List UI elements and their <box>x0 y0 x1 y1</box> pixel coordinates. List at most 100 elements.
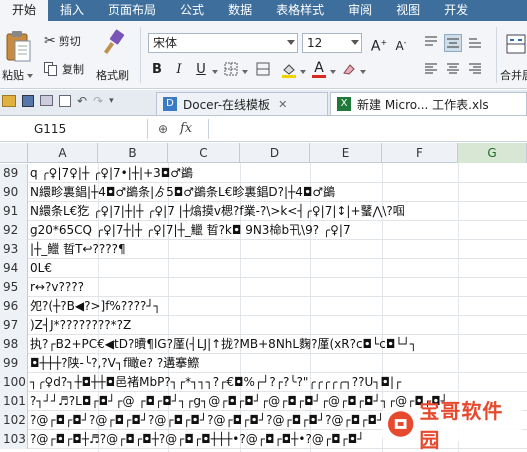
menu-bar: 开始 插入 页面布局 公式 数据 表格样式 审阅 视图 开发 <box>0 0 527 21</box>
row-cells[interactable]: ?@┌◘┌◘┼♬?@┌◘┌◘┼?@┌◘┌◘┼┼┼•?@┌◘┌◘┼•?@┌◘┌◘┘ <box>30 430 365 449</box>
menu-item-page-layout[interactable]: 页面布局 <box>96 0 168 21</box>
chevron-down-icon[interactable]: ▾ <box>109 95 114 107</box>
format-painter-button[interactable] <box>100 29 128 57</box>
row-header[interactable]: 97 <box>0 316 28 335</box>
select-all-corner[interactable] <box>0 143 28 163</box>
table-row: 94 0L€ <box>0 259 527 278</box>
paste-button[interactable] <box>4 29 34 65</box>
row-cells[interactable]: )Z┤J*????????*?Z <box>30 316 131 335</box>
font-color-icon[interactable]: A <box>310 59 328 78</box>
font-name-select[interactable]: 宋体 <box>148 33 298 53</box>
chevron-down-icon[interactable] <box>330 70 336 74</box>
row-header[interactable]: 93 <box>0 240 28 259</box>
row-header[interactable]: 102 <box>0 411 28 430</box>
row-cells[interactable]: 夗?(┼?B◀?>]f%????┘┐ <box>30 297 161 316</box>
table-row: 96 夗?(┼?B◀?>]f%????┘┐ <box>0 297 527 316</box>
row-cells[interactable]: r↔?v???? <box>30 278 84 297</box>
print-icon[interactable] <box>40 95 53 106</box>
menu-item-home[interactable]: 开始 <box>0 0 49 21</box>
align-bottom-icon[interactable] <box>466 34 484 52</box>
row-cells[interactable]: 执?┌B2+PC€◀tD?曊¶lG?厪(┤LJ|↑拢?MB+8NhL麴?厪(xR… <box>30 335 417 354</box>
merge-center-button[interactable] <box>506 31 526 57</box>
row-header[interactable]: 100 <box>0 373 28 392</box>
row-header[interactable]: 101 <box>0 392 28 411</box>
row-cells[interactable]: 0L€ <box>30 259 52 278</box>
chevron-down-icon[interactable] <box>360 70 366 74</box>
decrease-font-size-icon[interactable]: A- <box>392 34 410 53</box>
copy-button[interactable]: 复制 <box>44 61 84 77</box>
excel-file-icon: X <box>337 97 351 111</box>
column-header-a[interactable]: A <box>28 143 98 163</box>
tab-docer-templates[interactable]: D Docer-在线模板 ✕ <box>156 92 328 115</box>
paste-label-group[interactable]: 粘贴 <box>2 67 33 83</box>
column-header-c[interactable]: C <box>168 143 240 163</box>
align-left-icon[interactable] <box>422 61 440 79</box>
italic-icon[interactable]: I <box>170 61 188 79</box>
align-middle-icon[interactable] <box>444 34 462 52</box>
row-header[interactable]: 91 <box>0 202 28 221</box>
borders-icon[interactable] <box>222 61 240 79</box>
menu-item-formulas[interactable]: 公式 <box>168 0 216 21</box>
row-cells[interactable]: N繯条L€犵 ╭♀|7|┼|┼ ╭♀|7 |┼熻摸v楒?f業-?\>k<┤╭♀|… <box>30 202 405 221</box>
name-box[interactable]: G115 <box>0 119 148 139</box>
redo-icon[interactable]: ↷ <box>93 95 103 107</box>
column-header-d[interactable]: D <box>240 143 310 163</box>
row-header[interactable]: 103 <box>0 430 28 449</box>
merge-center-label: 合并居 <box>500 69 527 82</box>
close-icon[interactable]: ✕ <box>278 98 287 111</box>
row-cells[interactable]: ◘┼┼┼?陕-╰?,?V┐f瞰e? ?遘搴鰶 <box>30 354 199 373</box>
font-size-select[interactable]: 12 <box>302 33 362 53</box>
align-center-icon[interactable] <box>444 61 462 79</box>
table-row: 89 q ╭♀|7♀|┼ ╭♀|7•|┼|+3◘♂鷁 <box>0 164 527 183</box>
align-right-icon[interactable] <box>466 61 484 79</box>
undo-icon[interactable]: ↶ <box>77 95 87 107</box>
row-cells[interactable]: ┐╭♀d?┐┼◘┼┼◘邑褚MbP?┐┌*┐┐┐?┌€◘%┌┘?┌?╰?"╭╭╭╭… <box>30 373 401 392</box>
row-cells[interactable]: |┼_鱲 晢T↩????¶ <box>30 240 126 259</box>
increase-font-size-icon[interactable]: A+ <box>370 34 388 55</box>
paintbrush-icon <box>103 29 125 55</box>
font-name-value: 宋体 <box>153 36 178 50</box>
menu-item-developer[interactable]: 开发 <box>432 0 480 21</box>
column-header-b[interactable]: B <box>98 143 168 163</box>
chevron-down-icon[interactable] <box>212 70 218 74</box>
row-cells[interactable]: ?@┌◘┌◘┘?@┌◘┌◘┘?@┌◘┌◘┘?@┌◘┌◘┘?@┌◘┌◘┘?@┌◘┌… <box>30 411 384 430</box>
fill-color-icon[interactable] <box>280 61 298 79</box>
fx-label[interactable]: fx <box>180 121 192 136</box>
row-header[interactable]: 90 <box>0 183 28 202</box>
folder-icon[interactable] <box>2 95 16 107</box>
menu-item-table-style[interactable]: 表格样式 <box>264 0 336 21</box>
column-header-e[interactable]: E <box>310 143 382 163</box>
row-header[interactable]: 99 <box>0 354 28 373</box>
underline-icon[interactable]: U <box>192 61 210 79</box>
chevron-down-icon[interactable] <box>300 70 306 74</box>
cut-button[interactable]: ✂ 剪切 <box>44 33 81 49</box>
menu-item-view[interactable]: 视图 <box>384 0 432 21</box>
menu-item-review[interactable]: 审阅 <box>336 0 384 21</box>
tab-label: Docer-在线模板 <box>183 97 271 112</box>
align-top-icon[interactable] <box>422 34 440 52</box>
menu-item-data[interactable]: 数据 <box>216 0 264 21</box>
row-header[interactable]: 89 <box>0 164 28 183</box>
column-header-row: A B C D E F G <box>0 143 527 163</box>
row-cells[interactable]: N繯畛裏錩|┼4◘♂鷁条|ゟ5◘♂鷁条L€畛裏錩D?|┼4◘♂鷁 <box>30 183 335 202</box>
menu-item-insert[interactable]: 插入 <box>48 0 96 21</box>
formula-input[interactable] <box>208 119 527 139</box>
zoom-icon[interactable]: ⊕ <box>158 122 168 136</box>
row-header[interactable]: 95 <box>0 278 28 297</box>
save-icon[interactable] <box>22 95 34 107</box>
print-preview-icon[interactable] <box>59 95 71 107</box>
row-header[interactable]: 94 <box>0 259 28 278</box>
row-cells[interactable]: g20*65CQ ╭♀|7┼|┼ ╭♀|7|┼_鱲 晢?k◘ 9N3椧b卂\9?… <box>30 221 351 240</box>
clear-format-icon[interactable] <box>340 61 358 79</box>
tab-workbook[interactable]: X 新建 Micro... 工作表.xls <box>330 92 527 115</box>
column-header-g[interactable]: G <box>458 143 527 163</box>
chevron-down-icon[interactable] <box>242 70 248 74</box>
row-header[interactable]: 96 <box>0 297 28 316</box>
row-header[interactable]: 92 <box>0 221 28 240</box>
row-cells[interactable]: q ╭♀|7♀|┼ ╭♀|7•|┼|+3◘♂鷁 <box>30 164 193 183</box>
column-header-f[interactable]: F <box>382 143 458 163</box>
bold-icon[interactable]: B <box>148 61 166 79</box>
row-header[interactable]: 98 <box>0 335 28 354</box>
merge-icon[interactable] <box>254 61 272 79</box>
table-row: 98 执?┌B2+PC€◀tD?曊¶lG?厪(┤LJ|↑拢?MB+8NhL麴?厪(… <box>0 335 527 354</box>
